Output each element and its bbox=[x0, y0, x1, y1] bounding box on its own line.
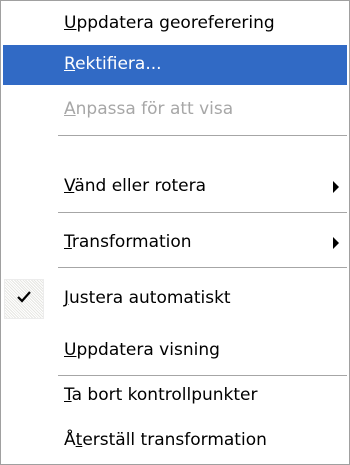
menu-item-rectify[interactable]: Rektifiera... bbox=[3, 45, 347, 85]
menu-item-transformation[interactable]: Transformation bbox=[3, 223, 347, 263]
menu-item-update-display[interactable]: Uppdatera visning bbox=[3, 331, 347, 371]
menu-item-flip-or-rotate[interactable]: Vänd eller rotera bbox=[3, 167, 347, 207]
submenu-arrow-icon bbox=[333, 237, 339, 249]
checkmark-box bbox=[4, 279, 44, 319]
menu-item-fit-to-display: Anpassa för att visa bbox=[3, 90, 347, 130]
checkmark-icon bbox=[17, 291, 31, 303]
menu-item-update-georeferencing[interactable]: Uppdatera georeferering bbox=[3, 4, 347, 44]
menu-item-label: Anpassa för att visa bbox=[64, 99, 234, 119]
menu-item-label: Uppdatera visning bbox=[64, 340, 220, 360]
menu-separator bbox=[58, 135, 347, 136]
menu-item-delete-control-points[interactable]: Ta bort kontrollpunkter bbox=[3, 376, 347, 416]
menu-item-label: Uppdatera georeferering bbox=[64, 13, 275, 33]
menu-item-label: Återställ transformation bbox=[64, 430, 267, 450]
menu-item-auto-adjust[interactable]: Justera automatiskt bbox=[3, 279, 347, 319]
menu-item-reset-transformation[interactable]: Återställ transformation bbox=[3, 421, 347, 461]
menu-separator bbox=[58, 212, 347, 213]
menu-item-label: Vänd eller rotera bbox=[64, 176, 207, 196]
context-menu: Uppdatera georeferering Rektifiera... An… bbox=[0, 0, 350, 465]
menu-separator bbox=[58, 267, 347, 268]
menu-item-label: Rektifiera... bbox=[64, 54, 162, 74]
submenu-arrow-icon bbox=[333, 181, 339, 193]
menu-item-label: Justera automatiskt bbox=[64, 288, 231, 308]
menu-item-label: Ta bort kontrollpunkter bbox=[64, 385, 258, 405]
menu-item-label: Transformation bbox=[64, 232, 192, 252]
